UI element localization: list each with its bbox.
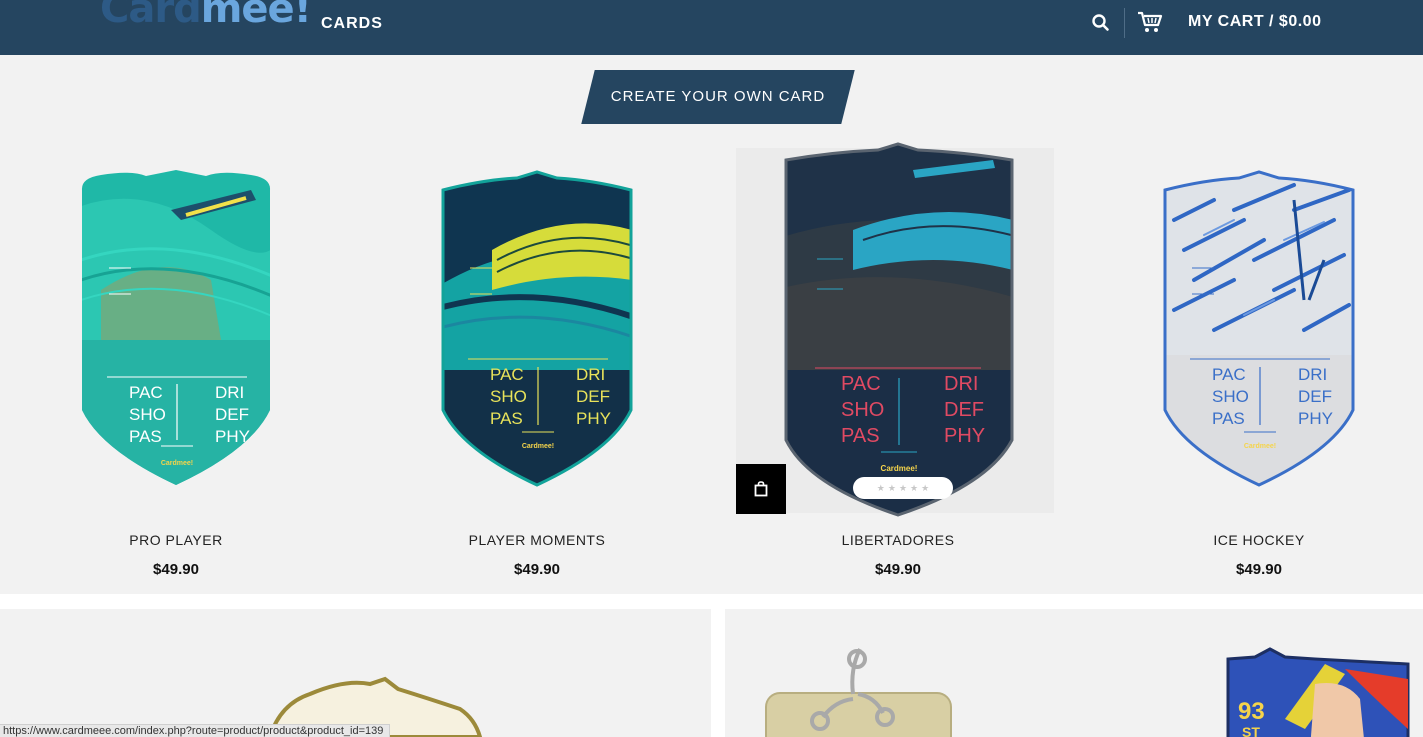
product-name[interactable]: PRO PLAYER [11,532,341,548]
product-name[interactable]: LIBERTADORES [733,532,1063,548]
promo-banner-right[interactable]: 93 ST [725,609,1423,737]
star-icon: ★ [910,482,919,493]
banner-image: 93 ST [765,647,1410,737]
stat-label: DRI [215,383,244,402]
stat-label: PHY [1298,409,1333,428]
product-image[interactable]: PAC SHO PAS DRI DEF PHY Cardmee! [733,140,1063,520]
header-divider [1124,8,1125,38]
banner-image [267,676,483,737]
stat-label: PHY [576,409,611,428]
product-image[interactable]: PAC SHO PAS DRI DEF PHY Cardmee! [11,140,341,520]
stat-label: PAC [129,383,163,402]
stat-label: PHY [215,427,250,446]
stat-label: DEF [944,399,984,421]
cart-icon[interactable] [1137,10,1163,34]
star-icon: ★ [887,482,896,493]
stat-label: PAS [490,409,523,428]
card-brand: Cardmee! [522,443,554,450]
promo-card-rating: 93 [1238,698,1265,725]
card-brand: Cardmee! [881,464,918,473]
stat-label: DEF [215,405,249,424]
product-rating: ★ ★ ★ ★ ★ [853,477,953,499]
product-price: $49.90 [1236,561,1282,578]
stat-label: PAS [841,425,880,447]
stat-label: PAC [1212,365,1246,384]
cart-button[interactable]: MY CART / $0.00 [1188,13,1321,31]
shopping-bag-icon [754,481,768,497]
card-brand: Cardmee! [161,460,193,467]
cta-label: CREATE YOUR OWN CARD [610,88,826,105]
stat-label: SHO [490,387,527,406]
card-brand: Cardmee! [1244,443,1276,450]
stat-label: SHO [841,399,884,421]
add-to-cart-button[interactable] [736,464,786,514]
product-name[interactable]: PLAYER MOMENTS [372,532,702,548]
status-bar-url: https://www.cardmeee.com/index.php?route… [0,724,391,737]
stat-label: PAC [490,365,524,384]
stat-label: PAS [1212,409,1245,428]
star-icon: ★ [921,482,930,493]
stat-label: PAS [129,427,162,446]
site-header: Cardmee! CARDS MY CART / $0.00 [0,0,1423,55]
site-logo[interactable]: Cardmee! [100,0,312,32]
logo-text-card: Card [100,0,202,32]
section-divider [0,594,1423,609]
product-name[interactable]: ICE HOCKEY [1094,532,1423,548]
star-icon: ★ [898,482,908,493]
promo-card-position: ST [1242,724,1260,737]
product-card-pro-player[interactable]: PAC SHO PAS DRI DEF PHY Cardmee! PRO PLA… [11,140,341,590]
stat-label: PHY [944,425,985,447]
product-card-ice-hockey[interactable]: PAC SHO PAS DRI DEF PHY Cardmee! ICE HOC… [1094,140,1423,590]
product-image[interactable]: PAC SHO PAS DRI DEF PHY Cardmee! [372,140,702,520]
stat-label: SHO [129,405,166,424]
logo-text-mee: mee! [200,0,312,32]
search-icon[interactable] [1091,12,1111,34]
product-card-libertadores[interactable]: PAC SHO PAS DRI DEF PHY Cardmee! LIBERTA… [733,140,1063,590]
stat-label: PAC [841,373,881,395]
stat-label: DRI [1298,365,1327,384]
promo-banner-left[interactable] [0,609,711,737]
product-card-player-moments[interactable]: PAC SHO PAS DRI DEF PHY Cardmee! PLAYER … [372,140,702,590]
create-card-button[interactable]: CREATE YOUR OWN CARD [581,70,855,124]
product-price: $49.90 [153,561,199,578]
stat-label: DRI [944,373,978,395]
product-image[interactable]: PAC SHO PAS DRI DEF PHY Cardmee! [1094,140,1423,520]
stat-label: DRI [576,365,605,384]
product-price: $49.90 [875,561,921,578]
banner-gap [711,609,725,737]
stat-label: DEF [1298,387,1332,406]
nav-cards-link[interactable]: CARDS [321,15,383,33]
product-price: $49.90 [514,561,560,578]
stat-label: SHO [1212,387,1249,406]
stat-label: DEF [576,387,610,406]
star-icon: ★ [876,482,885,493]
